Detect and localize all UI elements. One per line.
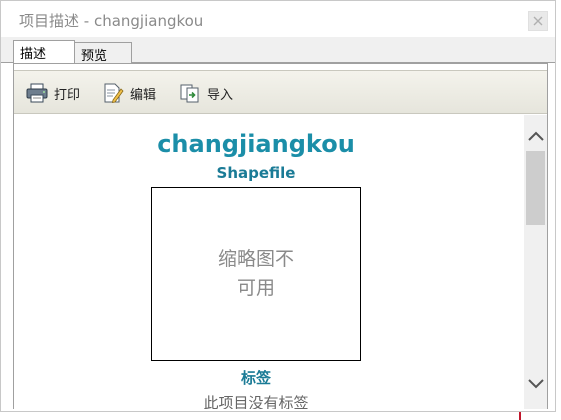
scroll-up-button[interactable] — [524, 125, 547, 147]
import-button[interactable]: 导入 — [179, 82, 233, 104]
title-bar: 项目描述 - changjiangkou — [1, 1, 555, 37]
edit-label: 编辑 — [130, 87, 157, 103]
import-icon — [180, 84, 199, 103]
scrollbar-thumb[interactable] — [526, 151, 545, 225]
description-panel: 打印 编辑 导入 changjiangkou Shapefile 缩略图不可用 … — [13, 63, 548, 409]
import-label: 导入 — [207, 87, 234, 103]
edit-button[interactable]: 编辑 — [102, 82, 156, 104]
vertical-scrollbar[interactable] — [524, 115, 547, 409]
tab-preview[interactable]: 预览 — [74, 42, 132, 64]
close-button[interactable] — [528, 11, 548, 31]
item-description-window: 项目描述 - changjiangkou 描述 预览 打印 编辑 导入 chan… — [0, 0, 556, 412]
scroll-down-button[interactable] — [524, 373, 547, 395]
tags-heading: 标签 — [240, 369, 271, 387]
background-red-mark — [519, 412, 521, 420]
description-content: changjiangkou Shapefile 缩略图不可用 标签 此项目没有标… — [14, 115, 524, 409]
tab-description[interactable]: 描述 — [13, 40, 75, 63]
tab-bar: 描述 预览 — [1, 37, 555, 64]
toolbar: 打印 编辑 导入 — [14, 70, 547, 114]
edit-document-icon — [104, 83, 124, 103]
item-type-label: Shapefile — [216, 164, 296, 182]
close-icon — [533, 16, 543, 26]
thumbnail-box: 缩略图不可用 — [151, 187, 361, 361]
print-label: 打印 — [54, 87, 81, 103]
thumbnail-unavailable-text: 缩略图不可用 — [217, 248, 294, 299]
printer-icon — [26, 83, 48, 103]
item-name-title: changjiangkou — [157, 130, 355, 158]
chevron-up-icon — [527, 131, 544, 141]
print-button[interactable]: 打印 — [26, 82, 80, 104]
window-title: 项目描述 - changjiangkou — [19, 12, 204, 30]
tags-text: 此项目没有标签 — [203, 394, 309, 409]
chevron-down-icon — [527, 379, 544, 389]
